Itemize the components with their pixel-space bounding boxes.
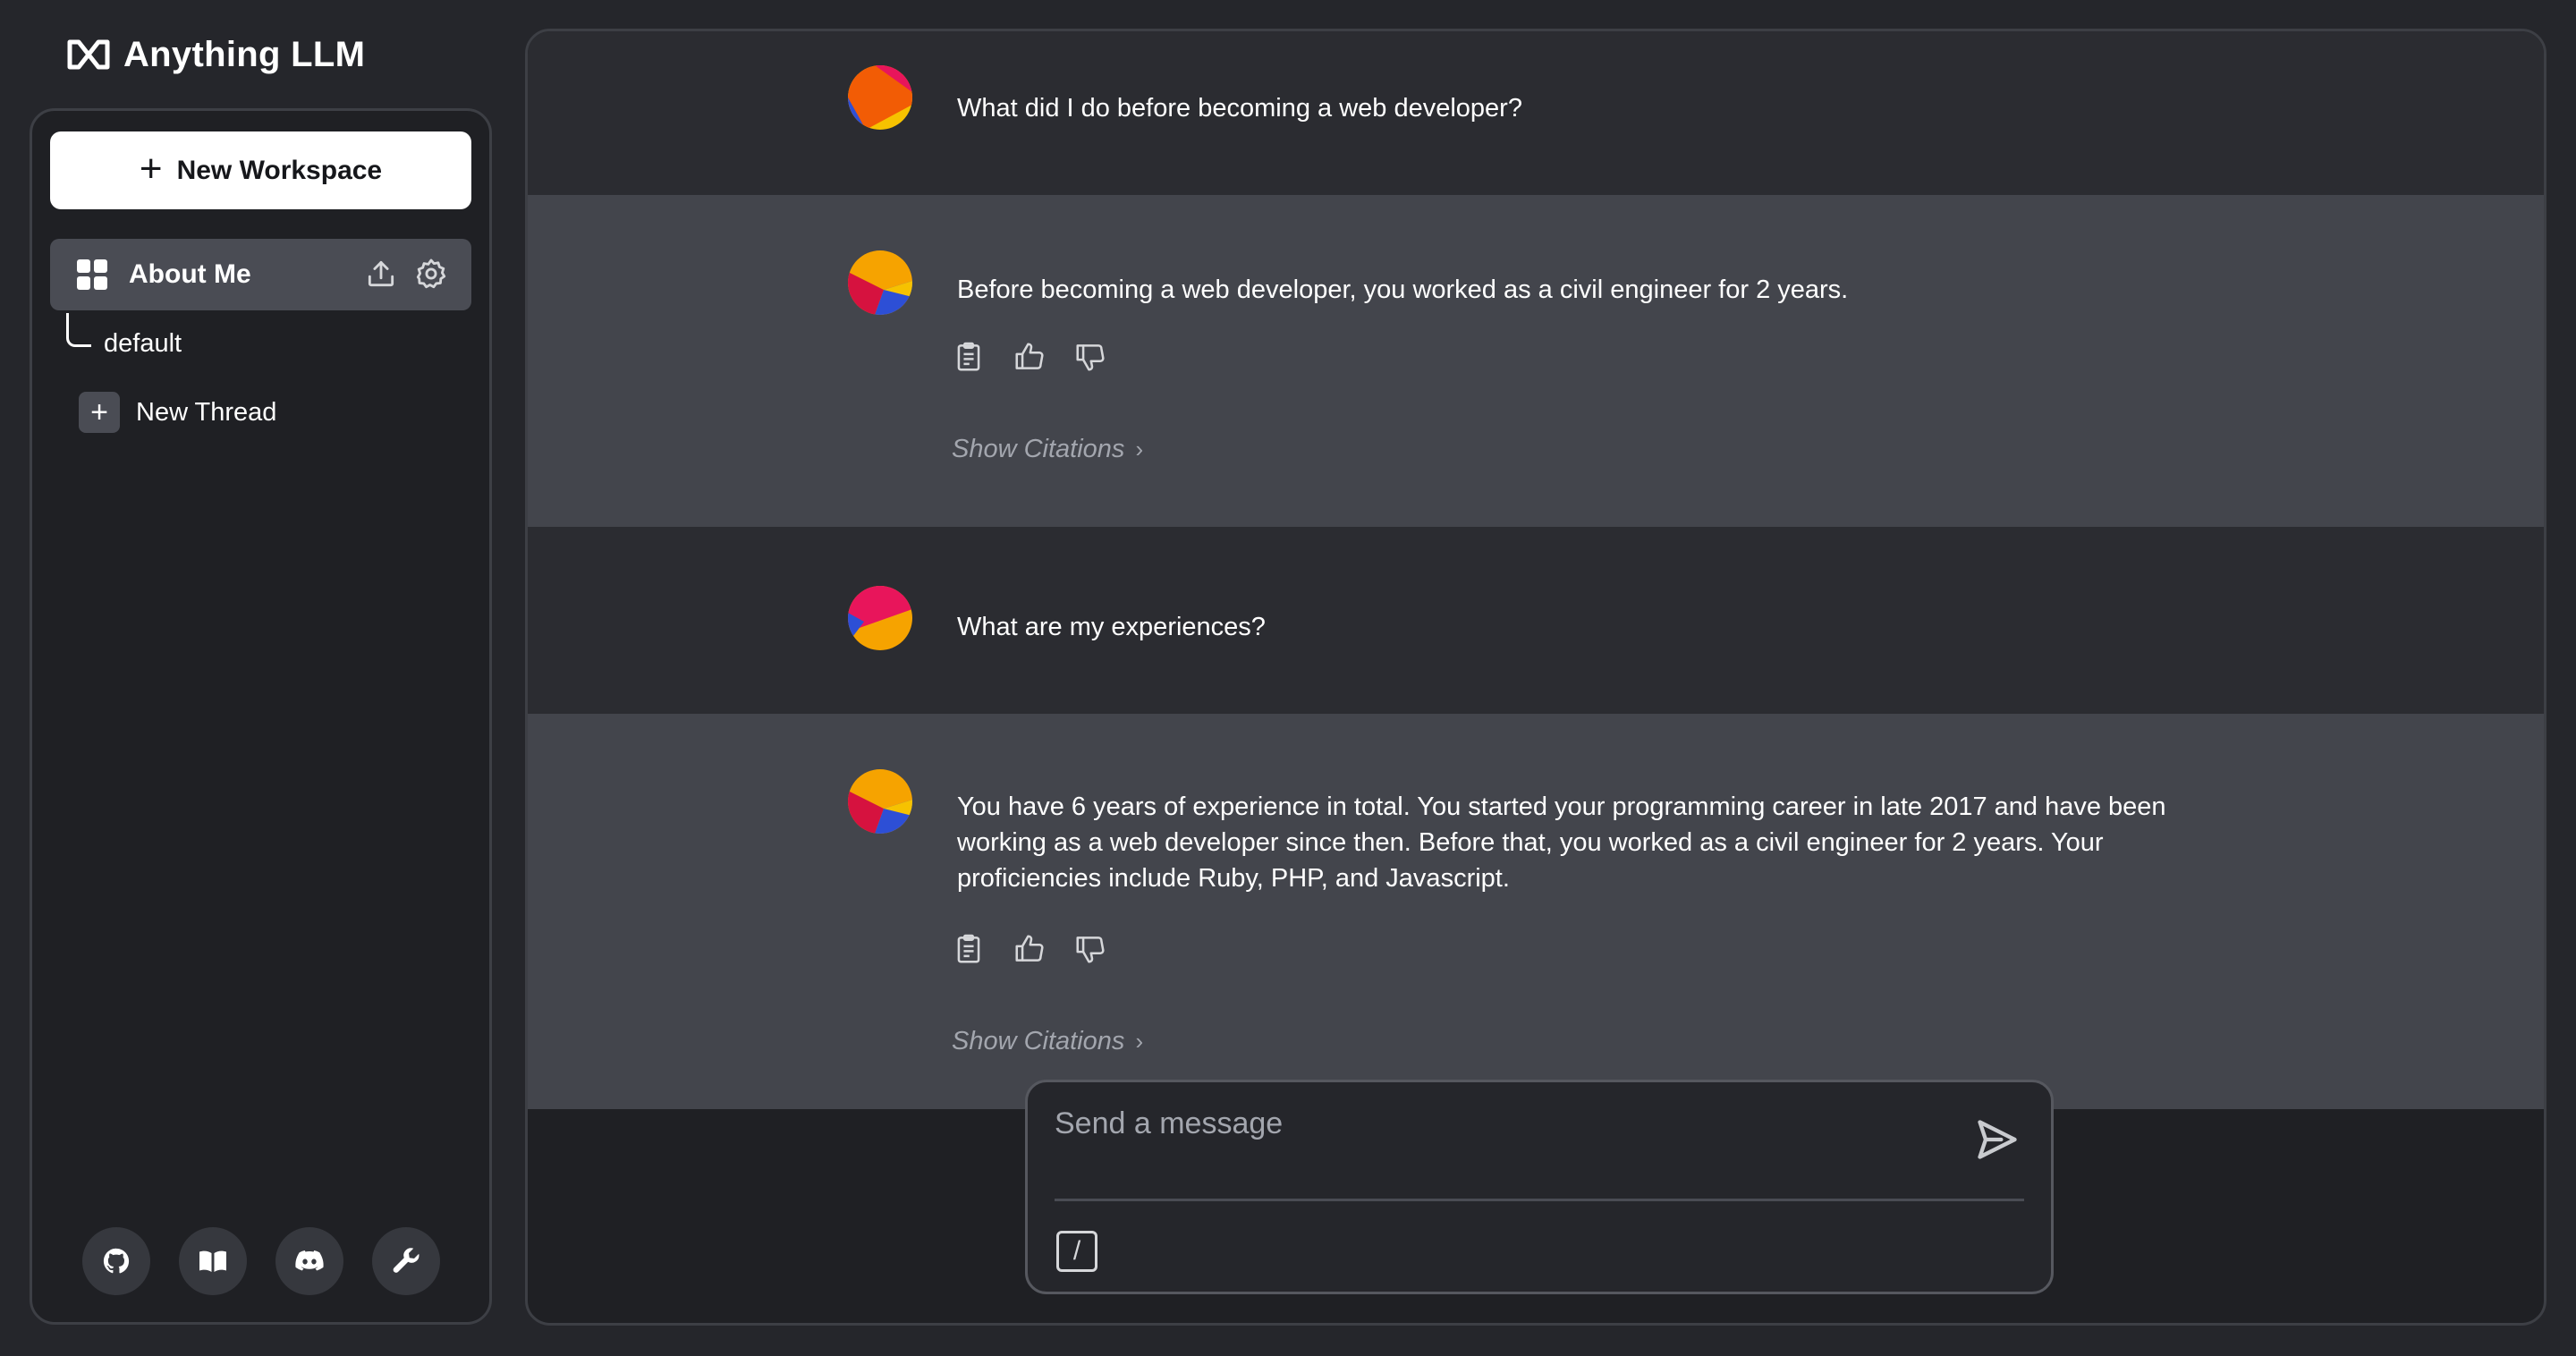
upload-icon[interactable]: [364, 257, 398, 291]
thumbs-down-icon[interactable]: [1073, 932, 1107, 966]
thumbs-up-icon[interactable]: [1013, 340, 1046, 374]
workspace-grid-icon: [77, 259, 107, 290]
sidebar: + New Workspace About Me default + New T…: [30, 108, 492, 1325]
chat-message-assistant: Before becoming a web developer, you wor…: [528, 195, 2544, 527]
discord-icon: [295, 1250, 324, 1271]
show-citations-toggle[interactable]: Show Citations ›: [952, 1027, 1143, 1056]
new-workspace-label: New Workspace: [176, 155, 383, 185]
copy-clipboard-icon[interactable]: [952, 340, 986, 374]
discord-button[interactable]: [275, 1227, 343, 1295]
thumbs-up-icon[interactable]: [1013, 932, 1046, 966]
wrench-icon: [393, 1248, 419, 1273]
plus-icon: +: [139, 146, 163, 191]
anything-llm-logo-icon: [67, 39, 110, 70]
show-citations-label: Show Citations: [952, 435, 1125, 463]
chat-message-assistant: You have 6 years of experience in total.…: [528, 714, 2544, 1109]
message-text: What are my experiences?: [957, 613, 1266, 641]
message-text: You have 6 years of experience in total.…: [957, 792, 2166, 893]
send-icon[interactable]: [1974, 1116, 2021, 1163]
chat-message-user: What are my experiences?: [528, 527, 2544, 714]
avatar-image: [848, 250, 912, 315]
message-input[interactable]: [1055, 1098, 1949, 1148]
show-citations-toggle[interactable]: Show Citations ›: [952, 435, 1143, 464]
assistant-avatar: [848, 769, 912, 834]
thumbs-down-icon[interactable]: [1073, 340, 1107, 374]
gear-icon[interactable]: [414, 257, 448, 291]
message-composer: /: [1025, 1080, 2054, 1294]
plus-icon: +: [79, 392, 120, 433]
chevron-right-icon: ›: [1135, 1028, 1144, 1055]
chat-message-user: What did I do before becoming a web deve…: [528, 31, 2544, 195]
github-button[interactable]: [82, 1227, 150, 1295]
message-text: Before becoming a web developer, you wor…: [957, 275, 1849, 304]
chevron-right-icon: ›: [1135, 436, 1144, 462]
copy-clipboard-icon[interactable]: [952, 932, 986, 966]
message-actions: [952, 932, 1107, 966]
message-actions: [952, 340, 1107, 374]
docs-button[interactable]: [179, 1227, 247, 1295]
workspace-label: About Me: [129, 259, 251, 289]
new-workspace-button[interactable]: + New Workspace: [50, 131, 471, 209]
user-avatar: [848, 586, 912, 650]
thread-item-default[interactable]: default: [104, 329, 182, 359]
settings-button[interactable]: [372, 1227, 440, 1295]
app-logo: Anything LLM: [66, 32, 365, 77]
sidebar-footer: [82, 1227, 440, 1295]
show-citations-label: Show Citations: [952, 1027, 1125, 1055]
composer-divider: [1055, 1199, 2024, 1201]
assistant-avatar: [848, 250, 912, 315]
docs-book-icon: [199, 1250, 226, 1272]
new-thread-button[interactable]: + New Thread: [79, 392, 276, 433]
slash-icon: /: [1072, 1236, 1081, 1266]
avatar-image: [848, 769, 912, 834]
thread-connector: [66, 313, 91, 347]
new-thread-label: New Thread: [136, 397, 277, 427]
user-avatar: [848, 65, 912, 130]
workspace-item-about-me[interactable]: About Me: [50, 239, 471, 310]
slash-commands-button[interactable]: /: [1056, 1231, 1097, 1272]
avatar-image: [848, 586, 912, 650]
avatar-image: [848, 65, 912, 130]
message-text: What did I do before becoming a web deve…: [957, 94, 1522, 123]
app-title: Anything LLM: [123, 34, 366, 74]
chat-panel: What did I do before becoming a web deve…: [525, 29, 2546, 1326]
github-icon: [103, 1248, 130, 1274]
